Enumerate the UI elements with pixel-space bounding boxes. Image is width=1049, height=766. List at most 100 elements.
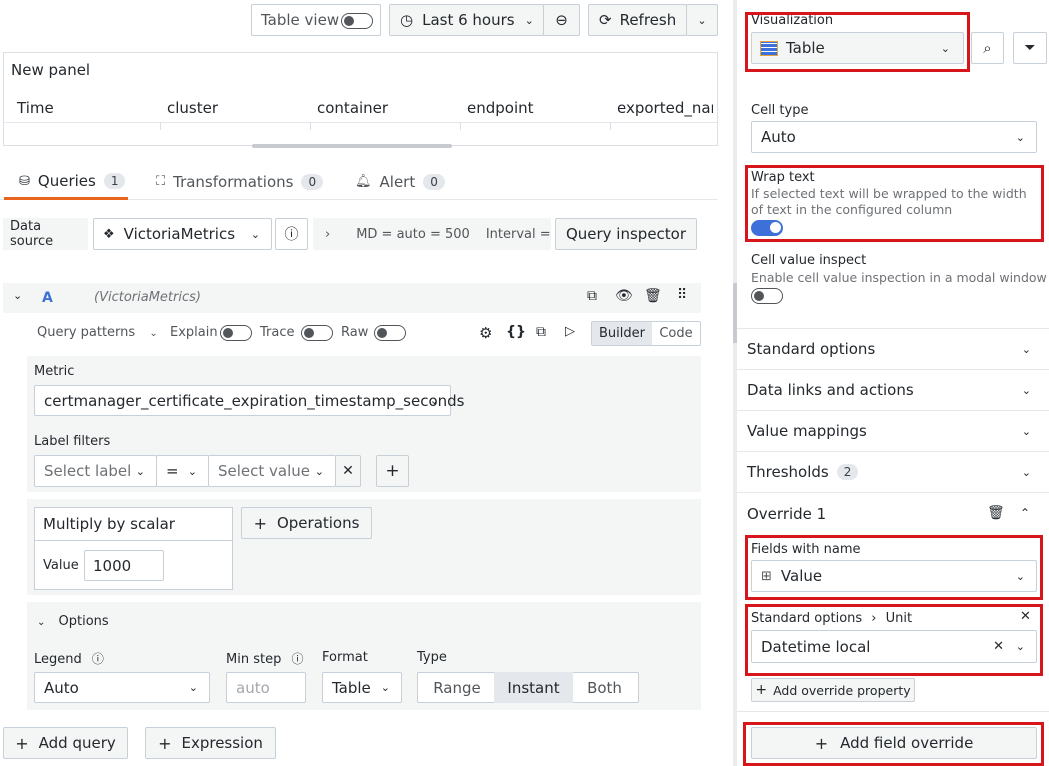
tab-transformations[interactable]: ⛶ Transformations 0 (148, 165, 324, 198)
refresh-interval-button[interactable]: ⌄ (686, 4, 718, 36)
help-icon: ⓘ (284, 227, 299, 243)
type-both[interactable]: Both (573, 672, 636, 703)
duplicate-icon[interactable]: ⧉ (587, 288, 597, 304)
eye-icon[interactable]: 👁︎ (615, 288, 633, 304)
add-field-override-button[interactable]: + Add field override (751, 727, 1037, 759)
min-step-label-text: Min step (226, 652, 282, 667)
property-name: Unit (885, 611, 913, 626)
section-standard-options[interactable]: Standard options ⌄ (737, 329, 1049, 370)
cell-value-inspect-toggle[interactable] (751, 288, 783, 304)
add-filter-button[interactable]: + (376, 455, 409, 487)
legend-select[interactable]: Auto ⌄ (34, 672, 210, 703)
options-toggle[interactable]: ⌄ Options (37, 614, 109, 629)
section-value-mappings[interactable]: Value mappings ⌄ (737, 411, 1049, 452)
metric-select[interactable]: certmanager_certificate_expiration_times… (34, 385, 464, 416)
add-override-property-button[interactable]: + Add override property (751, 678, 915, 702)
zoom-out-button[interactable]: ⊖ (543, 4, 580, 36)
code-mode[interactable]: Code (652, 322, 700, 345)
expression-button[interactable]: + Expression (145, 727, 276, 759)
bell-icon: 🔔︎ (355, 174, 372, 189)
query-inspector-button[interactable]: Query inspector (555, 218, 697, 250)
format-value: Table (332, 678, 371, 697)
column-header[interactable]: cluster (167, 99, 218, 117)
operator-select[interactable]: = ⌄ (156, 455, 209, 487)
trash-icon[interactable]: 🗑︎ (987, 505, 1005, 521)
format-label: Format (322, 650, 368, 665)
collapse-icon[interactable]: ⌄ (13, 289, 22, 302)
drag-handle-icon[interactable]: ⠿ (677, 287, 687, 303)
datasource-picker[interactable]: ❖ VictoriaMetrics ⌄ (93, 218, 272, 250)
format-select[interactable]: Table ⌄ (322, 672, 402, 703)
scalar-input[interactable]: 1000 (84, 550, 164, 581)
tab-count: 1 (103, 173, 126, 189)
min-step-label: Min step ⓘ (226, 650, 303, 667)
datasource-value: VictoriaMetrics (123, 225, 236, 243)
type-instant[interactable]: Instant (494, 672, 573, 703)
filter-options-button[interactable]: ⏷ (1013, 32, 1047, 64)
add-field-override-label: Add field override (840, 734, 974, 752)
table-view-switch[interactable] (341, 13, 373, 29)
database-icon: ⛁ (19, 173, 30, 189)
remove-filter-button[interactable]: ✕ (335, 455, 361, 487)
clear-icon[interactable]: ✕ (993, 639, 1004, 654)
help-button[interactable]: ⓘ (275, 218, 308, 250)
cell-type-value: Auto (761, 128, 796, 146)
braces-icon[interactable]: {} (506, 324, 526, 340)
trash-icon[interactable]: 🗑︎ (644, 288, 662, 304)
external-link-icon[interactable]: ⧉ (536, 324, 546, 340)
cell-value-inspect-description: Enable cell value inspection in a modal … (751, 270, 1047, 285)
select-label[interactable]: Select label ⌄ (34, 455, 157, 487)
min-step-placeholder: auto (236, 678, 270, 697)
min-step-input[interactable]: auto (226, 672, 306, 703)
tab-count: 0 (423, 173, 445, 190)
column-header[interactable]: Time (17, 99, 54, 117)
wrap-text-toggle[interactable] (751, 220, 783, 236)
cell-type-label: Cell type (751, 103, 809, 118)
thresholds-count: 2 (836, 464, 859, 480)
column-header[interactable]: endpoint (467, 99, 534, 117)
column-header[interactable]: container (317, 99, 388, 117)
chevron-right-icon: › (325, 226, 331, 242)
refresh-button[interactable]: ⟳ Refresh (588, 4, 687, 36)
query-ref[interactable]: A (42, 290, 53, 306)
tab-alert[interactable]: 🔔︎ Alert 0 (347, 165, 445, 198)
time-range-picker[interactable]: ◷ Last 6 hours ⌄ (389, 4, 544, 36)
visualization-picker[interactable]: Table ⌄ (751, 32, 964, 64)
datasource-label: Data source (10, 219, 54, 249)
column-header[interactable]: exported_nan (617, 99, 713, 117)
select-label-placeholder: Select label (44, 462, 132, 480)
chevron-down-icon: ⌄ (188, 681, 198, 694)
chevron-down-icon: ⌄ (697, 13, 707, 27)
section-data-links[interactable]: Data links and actions ⌄ (737, 370, 1049, 411)
plus-icon: + (158, 733, 172, 753)
raw-toggle[interactable] (374, 325, 406, 341)
add-operation-button[interactable]: + Operations (241, 507, 372, 539)
chevron-down-icon: ⌄ (149, 328, 158, 339)
type-range[interactable]: Range (420, 672, 494, 703)
table-view-toggle[interactable]: Table view (251, 4, 381, 36)
section-label: Value mappings (747, 422, 867, 440)
play-icon[interactable]: ▷ (565, 324, 575, 339)
trace-toggle[interactable] (301, 325, 333, 341)
chevron-up-icon[interactable]: ⌃ (1020, 506, 1030, 520)
builder-mode[interactable]: Builder (592, 322, 652, 345)
time-range-label: Last 6 hours (422, 11, 515, 29)
unit-select[interactable]: Datetime local ✕ ⌄ (751, 630, 1037, 663)
add-query-label: Add query (38, 734, 116, 752)
remove-property-icon[interactable]: ✕ (1020, 609, 1031, 624)
cell-type-select[interactable]: Auto ⌄ (751, 121, 1037, 153)
search-options-button[interactable]: ⌕ (971, 32, 1004, 64)
select-value[interactable]: Select value ⌄ (208, 455, 336, 487)
visualization-label: Visualization (751, 13, 834, 28)
section-thresholds[interactable]: Thresholds 2 ⌄ (737, 452, 1049, 493)
settings-icon[interactable]: ⚙ (479, 324, 492, 342)
explain-toggle[interactable] (220, 325, 252, 341)
tab-queries[interactable]: ⛁ Queries 1 (4, 165, 128, 200)
chevron-down-icon: ⌄ (380, 681, 390, 694)
query-options-bar[interactable]: › MD = auto = 500 Interval = 30 (313, 218, 551, 250)
fields-with-name-select[interactable]: ⊞ Value ⌄ (751, 560, 1037, 592)
operation-name[interactable]: Multiply by scalar (35, 508, 232, 541)
query-patterns-dropdown[interactable]: Query patterns ⌄ (37, 325, 158, 340)
add-query-button[interactable]: + Add query (3, 727, 128, 759)
table-scrollbar[interactable] (252, 144, 452, 148)
